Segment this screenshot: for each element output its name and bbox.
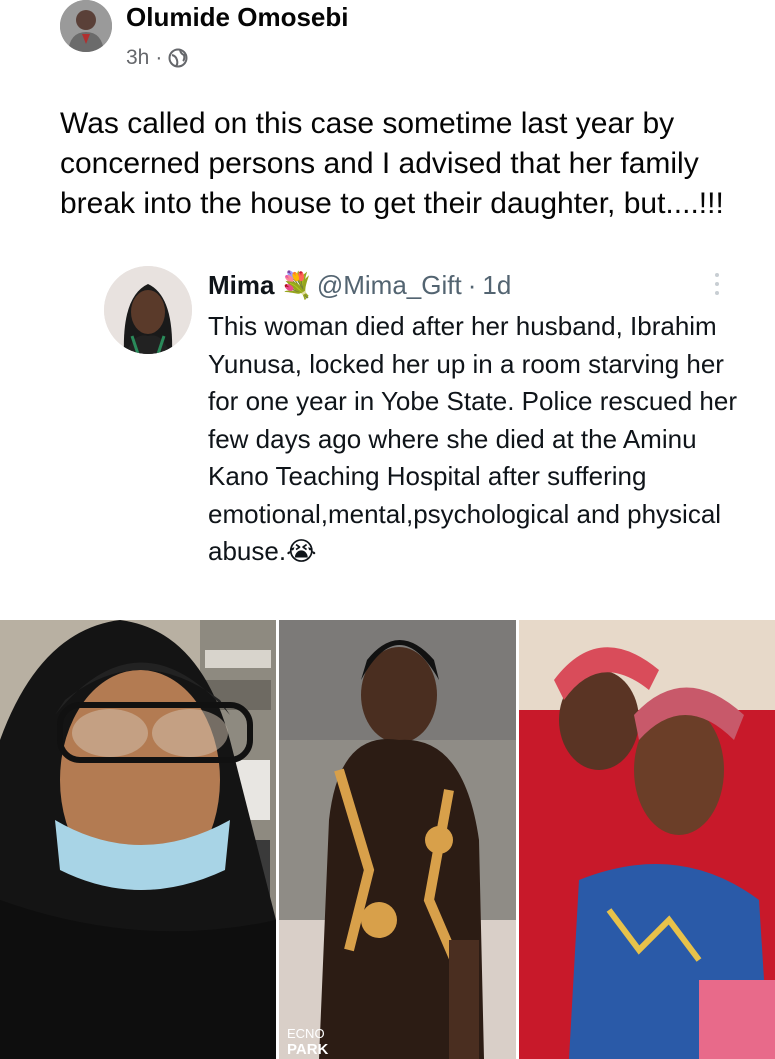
tweet-header: Mima 💐 @Mima_Gift · 1d <box>208 270 511 301</box>
photo-woman-seated[interactable]: ECNO PARK <box>279 620 516 1059</box>
embedded-tweet: Mima 💐 @Mima_Gift · 1d This woman died a… <box>104 266 744 606</box>
tweet-time[interactable]: 1d <box>482 270 511 301</box>
tweet-dot: · <box>467 270 477 300</box>
selfie-image <box>0 620 276 1059</box>
post-meta: 3h · <box>126 46 188 70</box>
crying-emoji: 😭 <box>286 536 317 566</box>
post-time[interactable]: 3h <box>126 46 149 70</box>
hospital-image <box>519 620 775 1059</box>
photo-hospital[interactable] <box>519 620 775 1059</box>
tweet-avatar[interactable] <box>104 266 192 354</box>
avatar-image <box>60 0 112 52</box>
photo-collage: ECNO PARK <box>0 620 775 1059</box>
tweet-text: This woman died after her husband, Ibrah… <box>208 308 738 571</box>
tweet-handle[interactable]: @Mima_Gift <box>317 270 462 301</box>
watermark-line1: ECNO <box>287 1026 325 1041</box>
author-avatar[interactable] <box>60 0 112 52</box>
meta-separator: · <box>155 46 163 69</box>
woman-seated-image: ECNO PARK <box>279 620 516 1059</box>
globe-icon[interactable] <box>168 48 188 68</box>
author-name[interactable]: Olumide Omosebi <box>126 2 349 33</box>
post-text: Was called on this case sometime last ye… <box>60 107 724 220</box>
watermark-line2: PARK <box>287 1041 329 1058</box>
post-header: Olumide Omosebi 3h · <box>60 0 760 80</box>
more-options-icon[interactable] <box>714 272 720 296</box>
bouquet-emoji: 💐 <box>280 270 313 300</box>
tweet-body: This woman died after her husband, Ibrah… <box>208 311 738 566</box>
photo-selfie[interactable] <box>0 620 276 1059</box>
tweet-author-name[interactable]: Mima <box>208 270 274 301</box>
tweet-avatar-image <box>104 266 192 354</box>
